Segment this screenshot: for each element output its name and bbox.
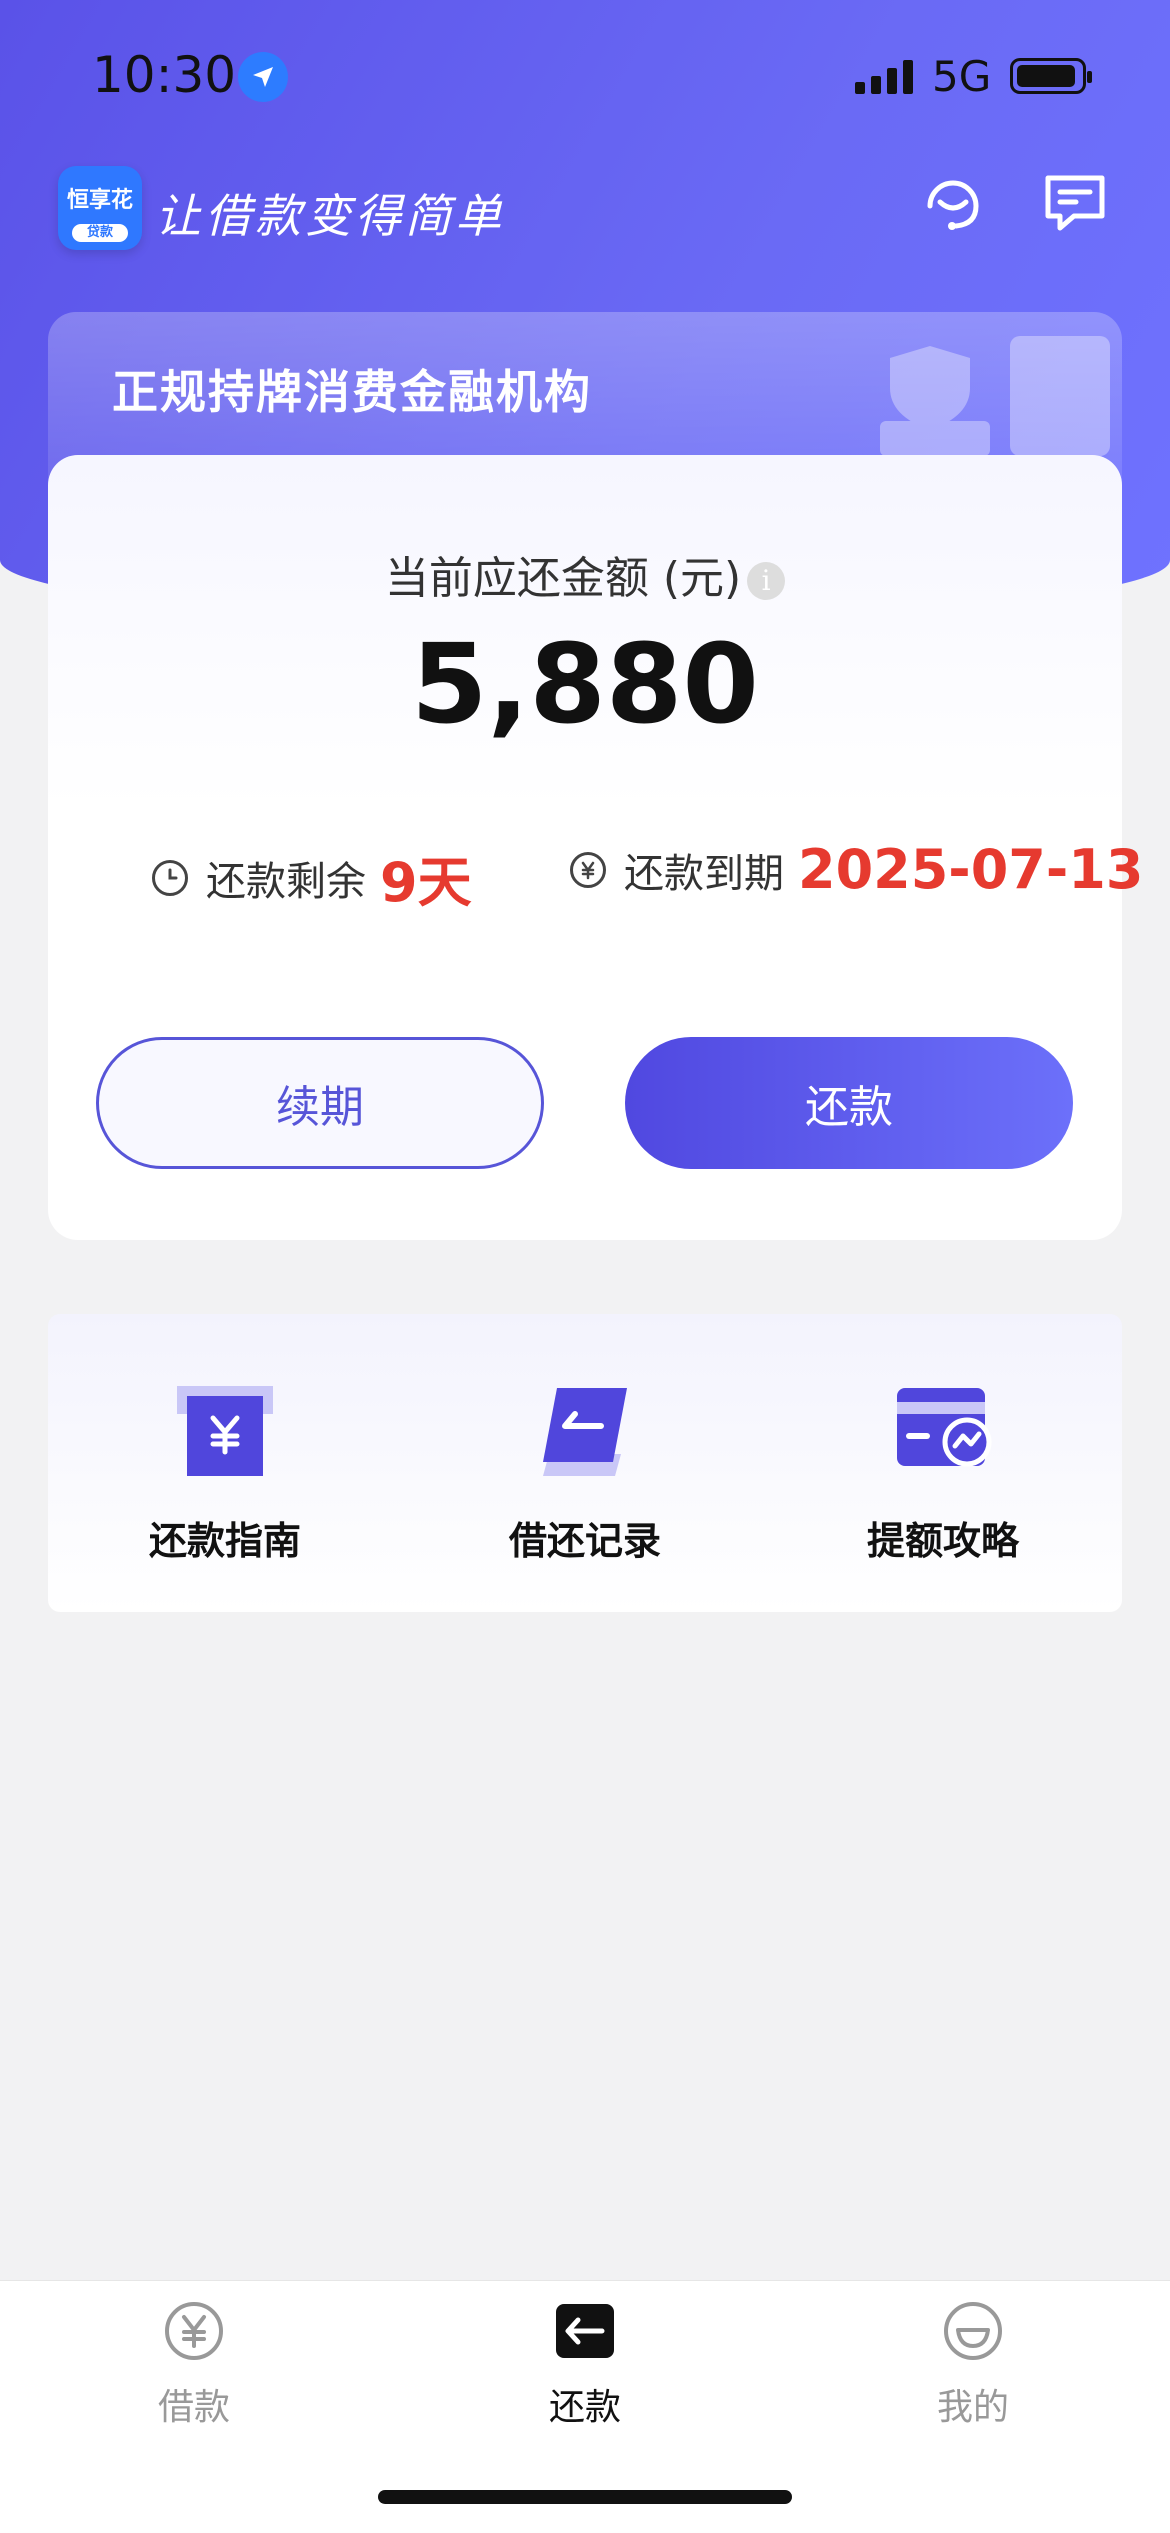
due-date: 还款到期 2025-07-13 <box>570 838 1143 901</box>
tab-repay[interactable]: 还款 <box>485 2300 685 2430</box>
shortcut-label: 借还记录 <box>508 1519 661 1563</box>
app-logo: 恒享花 贷款 <box>58 166 142 250</box>
license-text: 正规持牌消费金融机构 <box>112 365 592 419</box>
remaining-days: 还款剩余 9天 <box>152 838 472 917</box>
tab-borrow[interactable]: 借款 <box>94 2300 294 2430</box>
tab-label: 我的 <box>936 2387 1009 2428</box>
amount-label: 当前应还金额 (元) i <box>0 542 1170 606</box>
remaining-value: 9天 <box>380 851 472 914</box>
signal-icon <box>855 58 917 94</box>
shortcut-loan-record[interactable]: 借还记录 <box>435 1380 735 1565</box>
headset-icon[interactable] <box>918 168 988 238</box>
home-indicator[interactable] <box>378 2490 792 2504</box>
return-arrow-icon <box>554 2300 616 2362</box>
smile-icon <box>942 2300 1004 2362</box>
yuan-circle-small-icon <box>570 851 606 888</box>
amount-value: 5,880 <box>411 620 759 748</box>
status-time: 10:30 <box>92 46 237 104</box>
tab-mine[interactable]: 我的 <box>873 2300 1073 2430</box>
remaining-label: 还款剩余 <box>206 858 366 905</box>
location-arrow-icon <box>238 52 288 102</box>
yuan-box-icon <box>175 1380 275 1480</box>
logo-text: 恒享花 <box>66 188 133 213</box>
slogan: 让借款变得简单 <box>155 189 505 243</box>
tab-label: 还款 <box>548 2387 621 2428</box>
card-growth-icon <box>893 1380 993 1480</box>
repay-button[interactable]: 还款 <box>625 1037 1073 1169</box>
info-icon[interactable]: i <box>747 562 786 600</box>
shortcut-label: 提额攻略 <box>866 1519 1019 1563</box>
shortcut-repay-guide[interactable]: 还款指南 <box>75 1380 375 1565</box>
battery-icon <box>1010 58 1092 94</box>
shortcut-label: 还款指南 <box>148 1519 301 1563</box>
clock-icon <box>152 859 188 896</box>
shortcut-limit-tips[interactable]: 提额攻略 <box>793 1380 1093 1565</box>
due-value: 2025-07-13 <box>798 838 1144 901</box>
due-label: 还款到期 <box>624 850 784 897</box>
yuan-circle-icon <box>163 2300 225 2362</box>
shield-icon <box>880 326 1110 456</box>
network-type: 5G <box>932 52 992 101</box>
logo-subtext: 贷款 <box>72 224 128 242</box>
renew-button[interactable]: 续期 <box>96 1037 544 1169</box>
tab-label: 借款 <box>157 2387 230 2428</box>
amount-label-text: 当前应还金额 (元) <box>384 553 742 604</box>
record-icon <box>535 1380 635 1480</box>
message-icon[interactable] <box>1040 168 1110 238</box>
